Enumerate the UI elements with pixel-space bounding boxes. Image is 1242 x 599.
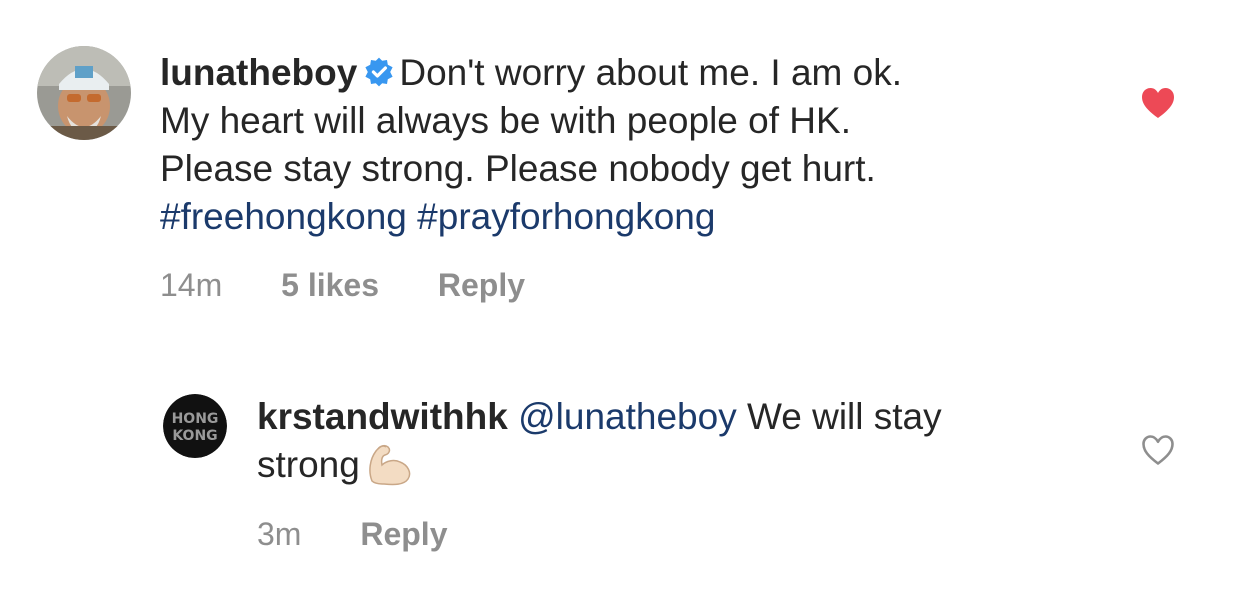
heart-filled-icon[interactable] bbox=[1141, 87, 1175, 124]
comment-text-line1: Don't worry about me. I am ok. bbox=[399, 52, 902, 93]
hashtag-link[interactable]: #freehongkong bbox=[160, 196, 407, 237]
comment-text-line3: Please stay strong. Please nobody get hu… bbox=[160, 148, 876, 189]
mention-link[interactable]: @lunatheboy bbox=[518, 396, 737, 437]
reply-button[interactable]: Reply bbox=[360, 516, 447, 553]
username[interactable]: krstandwithhk bbox=[257, 396, 508, 437]
avatar-text: HONG bbox=[172, 411, 219, 427]
timestamp: 14m bbox=[160, 267, 223, 303]
flexed-biceps-icon bbox=[366, 441, 414, 487]
avatar[interactable] bbox=[37, 46, 131, 140]
timestamp: 3m bbox=[257, 516, 302, 552]
comment-text-line2: My heart will always be with people of H… bbox=[160, 100, 851, 141]
likes-count[interactable]: 5 likes bbox=[281, 267, 379, 304]
hashtag-link[interactable]: #prayforhongkong bbox=[417, 196, 715, 237]
comment-meta: 3m Reply bbox=[257, 516, 447, 553]
comment-text: krstandwithhk @lunatheboy We will stay s… bbox=[257, 393, 1117, 489]
comment-text-line1: We will stay bbox=[747, 396, 942, 437]
username[interactable]: lunatheboy bbox=[160, 52, 357, 93]
verified-badge-icon bbox=[363, 52, 395, 87]
avatar[interactable]: HONG KONG bbox=[163, 394, 227, 458]
comment-text: lunatheboy Don't worry about me. I am ok.… bbox=[160, 49, 1140, 241]
avatar-text: KONG bbox=[172, 428, 217, 444]
reply-button[interactable]: Reply bbox=[438, 267, 525, 304]
comment-text-line2: strong bbox=[257, 444, 360, 485]
heart-outline-icon[interactable] bbox=[1141, 434, 1175, 471]
comment-meta: 14m 5 likes Reply bbox=[160, 267, 525, 304]
